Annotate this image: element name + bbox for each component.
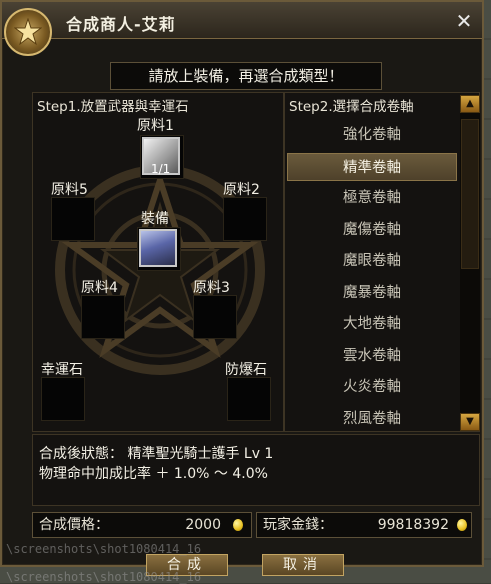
- money-value: 99818392: [377, 517, 449, 533]
- result-status: 合成後狀態： 精準聖光騎士護手 Lv 1: [39, 446, 274, 462]
- scroll-item[interactable]: 火炎卷軸: [287, 373, 457, 401]
- material3-label: 原料3: [193, 280, 230, 296]
- title-bar[interactable]: 合成商人-艾莉 ✕: [2, 2, 482, 39]
- compose-price-box: 合成價格： 2000: [32, 512, 252, 538]
- equipment-label: 裝備: [141, 211, 169, 227]
- equipment-slot[interactable]: [137, 227, 181, 271]
- luck-stone-slot[interactable]: [41, 377, 85, 421]
- scroll-item[interactable]: 雲水卷軸: [287, 342, 457, 370]
- watermark-shadow: \screenshots\shot1080414_16: [6, 570, 202, 584]
- protect-stone-slot[interactable]: [227, 377, 271, 421]
- scroll-item[interactable]: 極意卷軸: [287, 184, 457, 212]
- luck-stone-label: 幸運石: [41, 362, 83, 378]
- scroll-item[interactable]: 大地卷軸: [287, 310, 457, 338]
- money-label: 玩家金錢：: [263, 517, 333, 533]
- step1-label: Step1.放置武器與幸運石: [37, 99, 189, 115]
- scroll-item[interactable]: 烈風卷軸: [287, 405, 457, 433]
- scroll-down-icon[interactable]: ▼: [460, 413, 480, 431]
- material2-label: 原料2: [223, 182, 260, 198]
- material2-slot[interactable]: [223, 197, 267, 241]
- material4-slot[interactable]: [81, 295, 125, 339]
- player-money-box: 玩家金錢： 99818392: [256, 512, 472, 538]
- scroll-item[interactable]: 精準卷軸: [287, 152, 457, 181]
- protect-stone-label: 防爆石: [225, 362, 267, 378]
- material3-slot[interactable]: [193, 295, 237, 339]
- material1-count: 1/1: [151, 162, 171, 176]
- step2-label: Step2.選擇合成卷軸: [289, 99, 414, 115]
- cancel-button[interactable]: 取消: [262, 554, 344, 576]
- scroll-item[interactable]: 魔暴卷軸: [287, 279, 457, 307]
- material1-label: 原料1: [137, 118, 174, 134]
- scroll-list: 強化卷軸精準卷軸極意卷軸魔傷卷軸魔眼卷軸魔暴卷軸大地卷軸雲水卷軸火炎卷軸烈風卷軸: [287, 121, 459, 431]
- scroll-thumb[interactable]: [461, 119, 479, 269]
- material4-label: 原料4: [81, 280, 118, 296]
- gauntlet-icon[interactable]: [139, 229, 177, 267]
- watermark: \screenshots\shot1080414_16: [6, 542, 202, 556]
- star-emblem-icon: [4, 8, 52, 56]
- scroll-item[interactable]: 魔眼卷軸: [287, 247, 457, 275]
- scroll-up-icon[interactable]: ▲: [460, 95, 480, 113]
- material5-label: 原料5: [51, 182, 88, 198]
- scroll-item[interactable]: 魔傷卷軸: [287, 216, 457, 244]
- scroll-panel: Step2.選擇合成卷軸 強化卷軸精準卷軸極意卷軸魔傷卷軸魔眼卷軸魔暴卷軸大地卷…: [284, 92, 480, 432]
- compose-merchant-window: 合成商人-艾莉 ✕ 請放上裝備，再選合成類型！ Step1.放置武器與幸運石 原…: [0, 0, 484, 567]
- result-bonus: 物理命中加成比率 ＋ 1.0% ～ 4.0%: [39, 466, 268, 482]
- window-title: 合成商人-艾莉: [66, 15, 176, 34]
- gold-coin-icon: [233, 519, 243, 531]
- scroll-item[interactable]: 強化卷軸: [287, 121, 457, 149]
- result-panel: 合成後狀態： 精準聖光騎士護手 Lv 1 物理命中加成比率 ＋ 1.0% ～ 4…: [32, 434, 480, 506]
- gold-coin-icon: [457, 519, 467, 531]
- scrollbar[interactable]: ▲ ▼: [460, 95, 480, 431]
- instruction-banner: 請放上裝備，再選合成類型！: [110, 62, 382, 90]
- close-icon[interactable]: ✕: [454, 11, 474, 31]
- equipment-panel: Step1.放置武器與幸運石 原料1 1/1 原料5 原料2 裝備 原料4 原料…: [32, 92, 284, 432]
- price-label: 合成價格：: [39, 517, 109, 533]
- price-value: 2000: [185, 517, 221, 533]
- material5-slot[interactable]: [51, 197, 95, 241]
- material1-slot[interactable]: 1/1: [140, 135, 184, 179]
